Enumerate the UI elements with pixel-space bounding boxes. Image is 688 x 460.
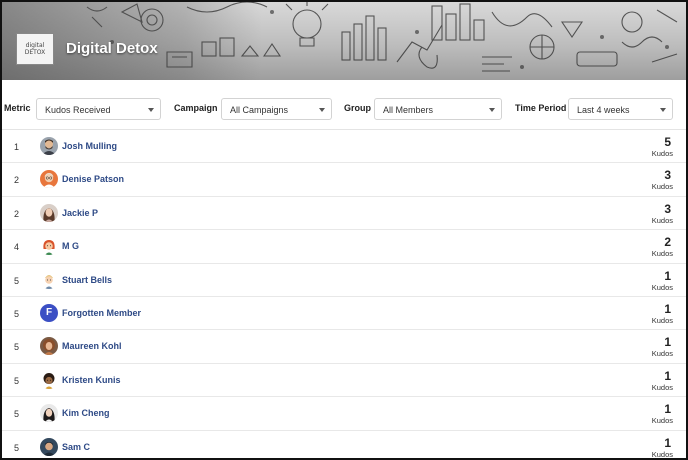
member-name-link[interactable]: Forgotten Member bbox=[62, 308, 141, 318]
kudos-count: 5 bbox=[664, 135, 671, 149]
metric-select-value: Kudos Received bbox=[45, 105, 111, 115]
kudos-count: 1 bbox=[664, 402, 671, 417]
woman-portrait-avatar[interactable] bbox=[40, 203, 58, 222]
kudos-count: 3 bbox=[664, 168, 671, 183]
kudos-unit: Kudos bbox=[651, 249, 673, 259]
member-name-link[interactable]: Jackie P bbox=[62, 208, 98, 218]
chevron-down-icon bbox=[319, 108, 325, 112]
metric-select[interactable]: Kudos Received bbox=[36, 98, 161, 120]
list-item: 5 Kristen Kunis 1 Kudos bbox=[2, 364, 686, 398]
digital-detox-logo: digital DETOX bbox=[16, 33, 54, 65]
leaderboard-list: 1 Josh Mulling 5 Kudos 2 Denise Patson 3… bbox=[2, 130, 686, 459]
rank-number: 5 bbox=[14, 308, 20, 319]
campaign-select[interactable]: All Campaigns bbox=[221, 98, 332, 120]
group-label: Group bbox=[344, 103, 371, 113]
member-name-link[interactable]: Kristen Kunis bbox=[62, 375, 121, 385]
kudos-count: 3 bbox=[664, 201, 671, 216]
filter-bar: Metric Kudos Received Campaign All Campa… bbox=[2, 88, 686, 130]
man-beard-avatar[interactable] bbox=[40, 137, 58, 155]
list-item: 2 Jackie P 3 Kudos bbox=[2, 197, 686, 231]
group-select[interactable]: All Members bbox=[374, 98, 502, 120]
list-item: 5 F Forgotten Member 1 Kudos bbox=[2, 297, 686, 331]
logo-text-line1: digital bbox=[25, 42, 45, 49]
rank-number: 5 bbox=[14, 375, 20, 386]
kudos-unit: Kudos bbox=[651, 182, 673, 192]
kudos-unit: Kudos bbox=[651, 349, 673, 359]
list-item: 1 Josh Mulling 5 Kudos bbox=[2, 130, 686, 164]
kudos-unit: Kudos bbox=[651, 282, 673, 292]
campaign-select-value: All Campaigns bbox=[230, 105, 289, 115]
member-name-link[interactable]: M G bbox=[62, 241, 79, 251]
woman-glasses-avatar[interactable] bbox=[40, 170, 58, 189]
kudos-unit: Kudos bbox=[651, 449, 673, 459]
rank-number: 5 bbox=[14, 342, 20, 353]
member-name-link[interactable]: Josh Mulling bbox=[62, 141, 117, 151]
cartoon-boy-avatar[interactable] bbox=[40, 270, 58, 289]
page-title: Digital Detox bbox=[66, 40, 158, 57]
member-name-link[interactable]: Maureen Kohl bbox=[62, 341, 122, 351]
header-banner: digital DETOX Digital Detox bbox=[2, 2, 686, 80]
letter-f-avatar[interactable]: F bbox=[40, 303, 58, 322]
time-period-select-value: Last 4 weeks bbox=[577, 105, 630, 115]
logo-text-line2: DETOX bbox=[24, 49, 46, 56]
list-item: 2 Denise Patson 3 Kudos bbox=[2, 163, 686, 197]
avatar-initial: F bbox=[45, 307, 53, 319]
rank-number: 4 bbox=[14, 242, 20, 253]
list-item: 4 M G 2 Kudos bbox=[2, 230, 686, 264]
cartoon-girl-avatar[interactable] bbox=[40, 237, 58, 256]
time-period-label: Time Period bbox=[515, 103, 567, 113]
chevron-down-icon bbox=[660, 108, 666, 112]
group-select-value: All Members bbox=[383, 105, 434, 115]
time-period-select[interactable]: Last 4 weeks bbox=[568, 98, 673, 120]
list-item: 5 Stuart Bells 1 Kudos bbox=[2, 264, 686, 297]
kudos-unit: Kudos bbox=[651, 382, 673, 392]
leaderboard-window: digital DETOX Digital Detox Metric Kudos… bbox=[0, 0, 688, 460]
kudos-count: 1 bbox=[664, 435, 671, 450]
kudos-count: 1 bbox=[664, 335, 671, 350]
member-name-link[interactable]: Denise Patson bbox=[62, 174, 124, 184]
rank-number: 5 bbox=[14, 442, 20, 453]
campaign-label: Campaign bbox=[174, 103, 218, 113]
list-item: 5 Sam C 1 Kudos bbox=[2, 431, 686, 459]
kudos-count: 1 bbox=[664, 368, 671, 383]
kudos-count: 2 bbox=[664, 235, 671, 250]
man-dark-avatar[interactable] bbox=[40, 437, 58, 456]
rank-number: 2 bbox=[14, 208, 20, 219]
chevron-down-icon bbox=[148, 108, 154, 112]
rank-number: 5 bbox=[14, 409, 20, 420]
chevron-down-icon bbox=[489, 108, 495, 112]
rank-number: 1 bbox=[14, 142, 20, 152]
rank-number: 2 bbox=[14, 175, 20, 186]
kudos-unit: Kudos bbox=[651, 215, 673, 225]
kudos-unit: Kudos bbox=[651, 416, 673, 426]
kudos-count: 1 bbox=[664, 268, 671, 283]
list-item: 5 Kim Cheng 1 Kudos bbox=[2, 397, 686, 431]
member-name-link[interactable]: Sam C bbox=[62, 442, 90, 452]
kudos-unit: Kudos bbox=[651, 149, 673, 158]
member-name-link[interactable]: Kim Cheng bbox=[62, 408, 110, 418]
woman-dark-hair-avatar[interactable] bbox=[40, 404, 58, 423]
metric-label: Metric bbox=[4, 103, 31, 113]
rank-number: 5 bbox=[14, 275, 20, 286]
member-name-link[interactable]: Stuart Bells bbox=[62, 275, 112, 285]
kudos-unit: Kudos bbox=[651, 315, 673, 325]
kudos-count: 1 bbox=[664, 301, 671, 316]
woman-curly-avatar[interactable] bbox=[40, 337, 58, 356]
cartoon-woman-avatar[interactable] bbox=[40, 370, 58, 389]
list-item: 5 Maureen Kohl 1 Kudos bbox=[2, 330, 686, 364]
